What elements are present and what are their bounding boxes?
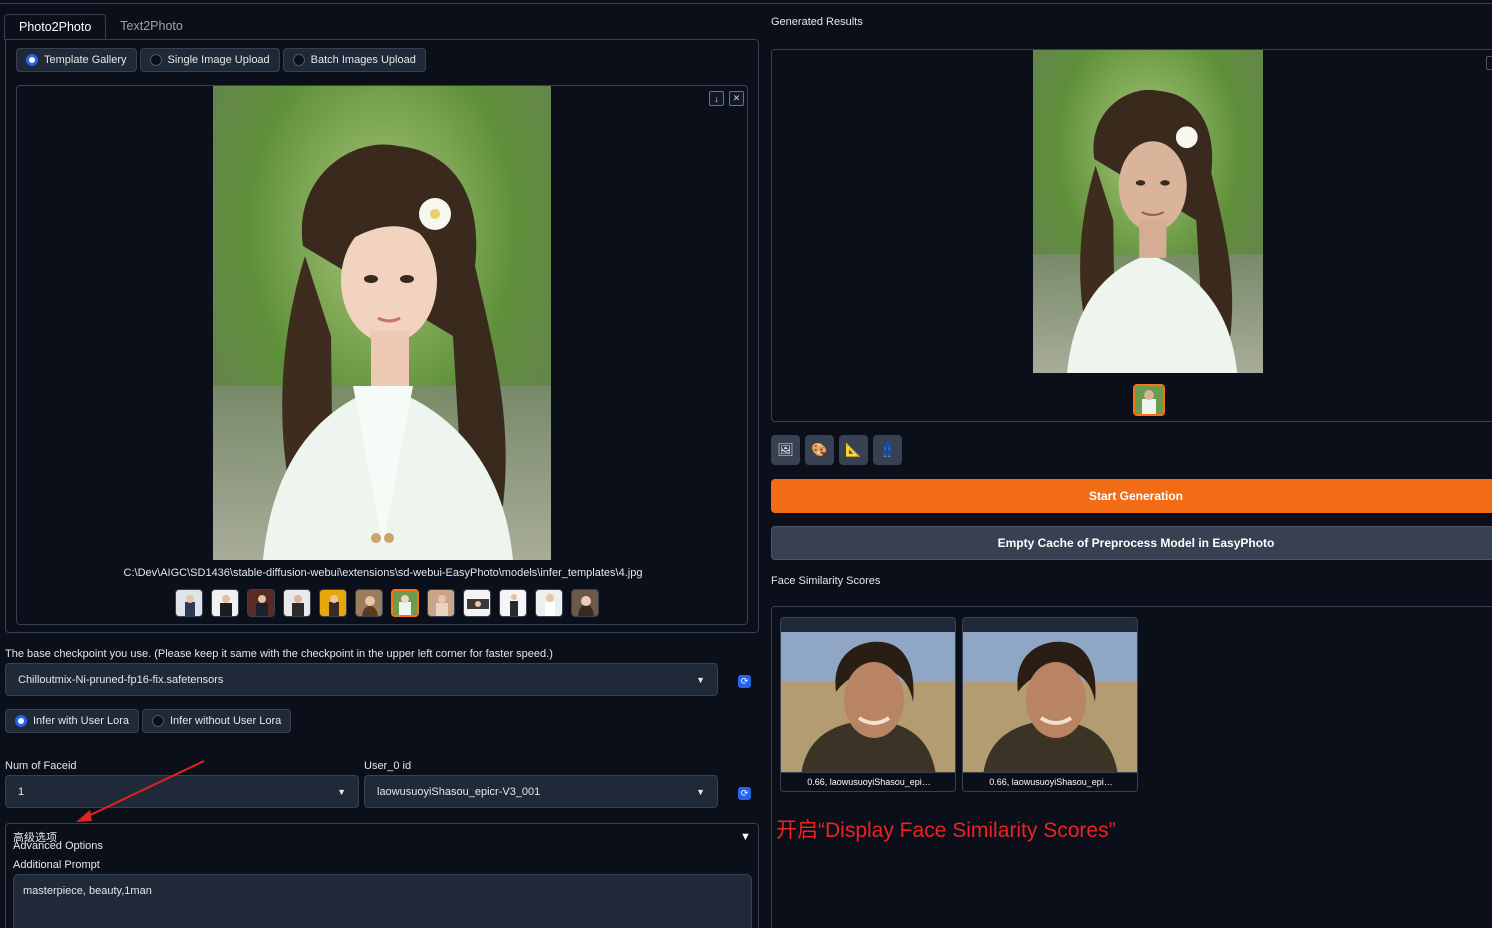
generated-results-panel [771,49,1492,422]
checkpoint-label: The base checkpoint you use. (Please kee… [5,648,553,660]
radio-single-image-upload[interactable]: Single Image Upload [139,48,280,72]
result-download-icon[interactable] [1486,56,1492,70]
checkpoint-value: Chilloutmix-Ni-pruned-fp16-fix.safetenso… [18,673,224,686]
radio-batch-images-upload[interactable]: Batch Images Upload [282,48,426,72]
main-tabs: Photo2Photo Text2Photo [4,14,197,40]
annotation-note: 开启“Display Face Similarity Scores” [776,819,1116,842]
chevron-down-icon: ▼ [696,786,705,797]
generated-results-label: Generated Results [771,16,863,28]
template-thumbnail-selected[interactable] [391,589,419,617]
template-path-caption: C:\Dev\AIGC\SD1436\stable-diffusion-webu… [123,567,643,579]
red-arrow-annotation [76,760,205,822]
template-preview-image[interactable] [213,86,551,560]
template-thumbnail[interactable] [283,589,311,617]
chevron-down-icon: ▼ [696,674,705,685]
collapse-triangle-icon[interactable]: ▼ [740,831,751,843]
radio-selected-icon [15,715,27,727]
additional-prompt-label: Additional Prompt [13,859,100,871]
template-thumbnail[interactable] [247,589,275,617]
similarity-caption: 0.66, laowusuoyiShasou_epi… [963,772,1137,791]
face-similarity-label: Face Similarity Scores [771,575,881,587]
chevron-down-icon: ▼ [337,786,346,797]
radio-unselected-icon [292,54,305,66]
similarity-card[interactable]: 0.66, laowusuoyiShasou_epi… [780,617,956,792]
palette-icon[interactable]: 🎨 [805,435,834,465]
radio-label: Infer with User Lora [33,715,129,727]
radio-label: Single Image Upload [167,54,270,66]
template-gallery: ↓ ✕ C:\Dev\AIGC\SD1436\stable-diffusion-… [16,85,748,625]
face-similarity-panel: 0.66, laowusuoyiShasou_epi… 0.66, laowus… [771,606,1492,928]
image-icon[interactable]: 🖼 [771,435,800,465]
user-id-value: laowusuoyiShasou_epicr-V3_001 [377,785,541,798]
start-generation-button[interactable]: Start Generation [771,479,1492,513]
template-thumbnail[interactable] [463,589,491,617]
close-icon[interactable]: ✕ [729,91,744,106]
template-thumbnails [175,589,599,617]
radio-unselected-icon [151,715,164,727]
num-faceid-label: Num of Faceid [5,760,77,772]
radio-selected-icon [26,54,38,66]
radio-label: Infer without User Lora [169,715,282,727]
template-thumbnail[interactable] [535,589,563,617]
top-divider [0,0,1492,4]
similarity-face-image [963,632,1137,776]
radio-infer-without-user-lora[interactable]: Infer without User Lora [141,709,292,733]
template-thumbnail[interactable] [211,589,239,617]
tab-photo2photo[interactable]: Photo2Photo [4,14,107,40]
radio-template-gallery[interactable]: Template Gallery [16,48,137,72]
radio-infer-with-user-lora[interactable]: Infer with User Lora [5,709,139,733]
template-thumbnail[interactable] [571,589,599,617]
checkpoint-dropdown[interactable]: Chilloutmix-Ni-pruned-fp16-fix.safetenso… [5,663,718,696]
ruler-icon[interactable]: 📐 [839,435,868,465]
user-id-label: User_0 id [364,760,412,772]
radio-label: Template Gallery [44,54,127,66]
tab-text2photo[interactable]: Text2Photo [106,14,197,40]
input-mode-radio-group: Template Gallery Single Image Upload Bat… [16,48,426,72]
refresh-user-id-icon[interactable]: ⟳ [738,787,751,800]
advanced-options-title-en: Advanced Options [13,840,103,852]
similarity-card[interactable]: 0.66, laowusuoyiShasou_epi… [962,617,1138,792]
radio-label: Batch Images Upload [310,54,416,66]
refresh-checkpoint-icon[interactable]: ⟳ [738,675,751,688]
template-thumbnail[interactable] [499,589,527,617]
result-thumbnail-selected[interactable] [1133,384,1165,416]
template-thumbnail[interactable] [175,589,203,617]
similarity-face-image [781,632,955,776]
advanced-options-accordion[interactable]: 高级选项 Advanced Options ▼ Additional Promp… [5,823,759,928]
radio-unselected-icon [149,54,162,66]
user-id-dropdown[interactable]: laowusuoyiShasou_epicr-V3_001 ▼ [364,775,718,808]
num-faceid-value: 1 [18,785,25,798]
empty-cache-button[interactable]: Empty Cache of Preprocess Model in EasyP… [771,526,1492,560]
additional-prompt-input[interactable]: masterpiece, beauty,1man [13,874,752,928]
template-thumbnail[interactable] [355,589,383,617]
generated-result-image[interactable] [1033,50,1263,373]
download-icon[interactable]: ↓ [709,91,724,106]
save-icon[interactable]: 👖 [873,435,902,465]
lora-radio-group: Infer with User Lora Infer without User … [5,709,292,733]
template-thumbnail[interactable] [427,589,455,617]
template-thumbnail[interactable] [319,589,347,617]
similarity-caption: 0.66, laowusuoyiShasou_epi… [781,772,955,791]
